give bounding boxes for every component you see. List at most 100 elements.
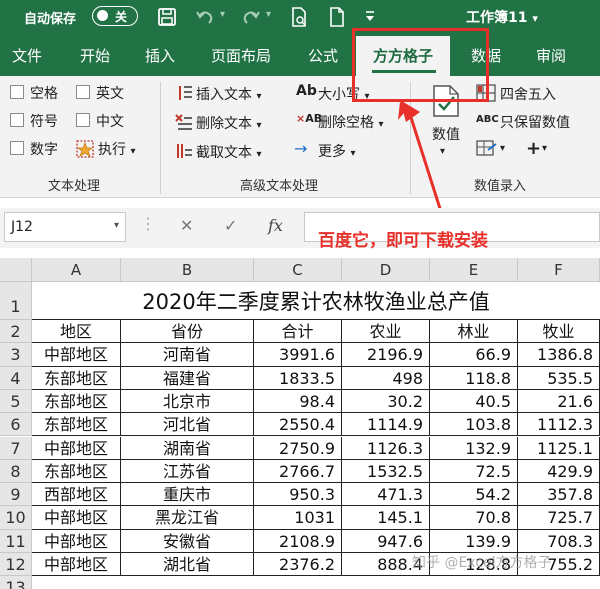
- table-cell[interactable]: 54.2: [430, 483, 518, 507]
- execute-icon[interactable]: [75, 139, 95, 159]
- column-header[interactable]: D: [342, 258, 430, 282]
- row-header[interactable]: 7: [0, 436, 32, 460]
- tab-formulas[interactable]: 公式: [308, 45, 338, 66]
- table-cell[interactable]: 725.7: [518, 506, 600, 530]
- row-header[interactable]: 12: [0, 553, 32, 577]
- column-header[interactable]: E: [430, 258, 518, 282]
- table-cell[interactable]: 东部地区: [32, 459, 121, 484]
- table-cell[interactable]: 河南省: [121, 343, 254, 367]
- extract-text-button[interactable]: 截取文本 ▾: [196, 142, 261, 162]
- column-header[interactable]: B: [121, 258, 254, 282]
- redo-icon[interactable]: [240, 6, 262, 28]
- table-cell[interactable]: 708.3: [518, 529, 600, 553]
- delete-space-button[interactable]: 删除空格 ▾: [318, 112, 383, 132]
- column-header[interactable]: A: [32, 258, 121, 282]
- cancel-icon[interactable]: ✕: [180, 216, 193, 235]
- table-cell[interactable]: 东部地区: [32, 413, 121, 437]
- confirm-icon[interactable]: ✓: [224, 216, 237, 235]
- tab-insert[interactable]: 插入: [145, 45, 175, 66]
- keep-value-button[interactable]: 只保留数值: [500, 112, 570, 132]
- table-cell[interactable]: 2550.4: [254, 413, 342, 437]
- table-cell[interactable]: 中部地区: [32, 506, 121, 530]
- more-button[interactable]: 更多 ▾: [318, 141, 355, 161]
- autosave-toggle[interactable]: 关: [92, 6, 138, 26]
- table-cell[interactable]: 72.5: [430, 459, 518, 484]
- table-cell[interactable]: 535.5: [518, 366, 600, 390]
- table-cell[interactable]: 1833.5: [254, 366, 342, 390]
- table-cell[interactable]: 2108.9: [254, 529, 342, 553]
- row-header[interactable]: 9: [0, 483, 32, 507]
- checkbox-number[interactable]: [10, 141, 24, 155]
- table-cell[interactable]: 2750.9: [254, 436, 342, 460]
- sheet-title-cell[interactable]: 2020年二季度累计农林牧渔业总产值: [32, 282, 600, 320]
- tab-page-layout[interactable]: 页面布局: [211, 45, 271, 66]
- column-header[interactable]: C: [254, 258, 342, 282]
- name-box-caret-icon[interactable]: ▾: [114, 220, 119, 231]
- table-header-cell[interactable]: 农业: [342, 320, 430, 344]
- table-cell[interactable]: 471.3: [342, 483, 430, 507]
- table-cell[interactable]: 1031: [254, 506, 342, 530]
- table-cell[interactable]: 1126.3: [342, 436, 430, 460]
- table-cell[interactable]: 1114.9: [342, 413, 430, 437]
- table-header-cell[interactable]: 林业: [430, 320, 518, 344]
- table-cell[interactable]: 湖北省: [121, 553, 254, 577]
- table-cell[interactable]: 118.8: [430, 366, 518, 390]
- table-cell[interactable]: 重庆市: [121, 483, 254, 507]
- table-header-cell[interactable]: 地区: [32, 320, 121, 344]
- table-cell[interactable]: 98.4: [254, 389, 342, 414]
- table-cell[interactable]: 950.3: [254, 483, 342, 507]
- fill-caret-icon[interactable]: ▾: [500, 143, 505, 154]
- document-title-caret-icon[interactable]: ▾: [532, 12, 538, 25]
- column-header[interactable]: F: [518, 258, 600, 282]
- table-cell[interactable]: 1125.1: [518, 436, 600, 460]
- table-cell[interactable]: 498: [342, 366, 430, 390]
- table-cell[interactable]: 中部地区: [32, 529, 121, 553]
- table-cell[interactable]: 1532.5: [342, 459, 430, 484]
- row-header[interactable]: 5: [0, 389, 32, 414]
- execute-button[interactable]: 执行 ▾: [98, 139, 135, 159]
- table-cell[interactable]: 中部地区: [32, 553, 121, 577]
- plus-icon[interactable]: +: [526, 138, 541, 159]
- row-header[interactable]: 2: [0, 320, 32, 344]
- table-cell[interactable]: 70.8: [430, 506, 518, 530]
- table-cell[interactable]: 947.6: [342, 529, 430, 553]
- tab-home[interactable]: 开始: [80, 45, 110, 66]
- table-cell[interactable]: 3991.6: [254, 343, 342, 367]
- undo-dropdown-icon[interactable]: ▾: [220, 9, 242, 31]
- table-cell[interactable]: 1112.3: [518, 413, 600, 437]
- table-cell[interactable]: 2196.9: [342, 343, 430, 367]
- row-header[interactable]: 3: [0, 343, 32, 367]
- row-header[interactable]: 11: [0, 529, 32, 553]
- undo-icon[interactable]: [194, 6, 216, 28]
- table-cell[interactable]: 139.9: [430, 529, 518, 553]
- table-cell[interactable]: 湖南省: [121, 436, 254, 460]
- insert-text-button[interactable]: 插入文本 ▾: [196, 84, 261, 104]
- new-file-icon[interactable]: [326, 6, 348, 28]
- row-header[interactable]: 8: [0, 459, 32, 484]
- table-cell[interactable]: 132.9: [430, 436, 518, 460]
- checkbox-chinese[interactable]: [76, 113, 90, 127]
- row-header[interactable]: 1: [0, 282, 32, 320]
- table-cell[interactable]: 黑龙江省: [121, 506, 254, 530]
- table-cell[interactable]: 北京市: [121, 389, 254, 414]
- plus-caret-icon[interactable]: ▾: [542, 143, 547, 154]
- table-header-cell[interactable]: 牧业: [518, 320, 600, 344]
- fill-icon[interactable]: [476, 140, 498, 158]
- checkbox-symbol[interactable]: [10, 113, 24, 127]
- name-box[interactable]: J12 ▾: [4, 212, 126, 242]
- table-cell[interactable]: 2766.7: [254, 459, 342, 484]
- table-cell[interactable]: 中部地区: [32, 436, 121, 460]
- print-preview-icon[interactable]: [288, 6, 310, 28]
- delete-text-button[interactable]: 删除文本 ▾: [196, 113, 261, 133]
- table-cell[interactable]: 2376.2: [254, 553, 342, 577]
- table-cell[interactable]: 30.2: [342, 389, 430, 414]
- table-cell[interactable]: 66.9: [430, 343, 518, 367]
- customize-toolbar-icon[interactable]: [364, 10, 376, 24]
- table-cell[interactable]: 145.1: [342, 506, 430, 530]
- table-cell[interactable]: 河北省: [121, 413, 254, 437]
- tab-file[interactable]: 文件: [12, 45, 42, 66]
- table-cell[interactable]: 中部地区: [32, 343, 121, 367]
- row-header[interactable]: 4: [0, 366, 32, 390]
- table-cell[interactable]: 东部地区: [32, 366, 121, 390]
- table-header-cell[interactable]: 合计: [254, 320, 342, 344]
